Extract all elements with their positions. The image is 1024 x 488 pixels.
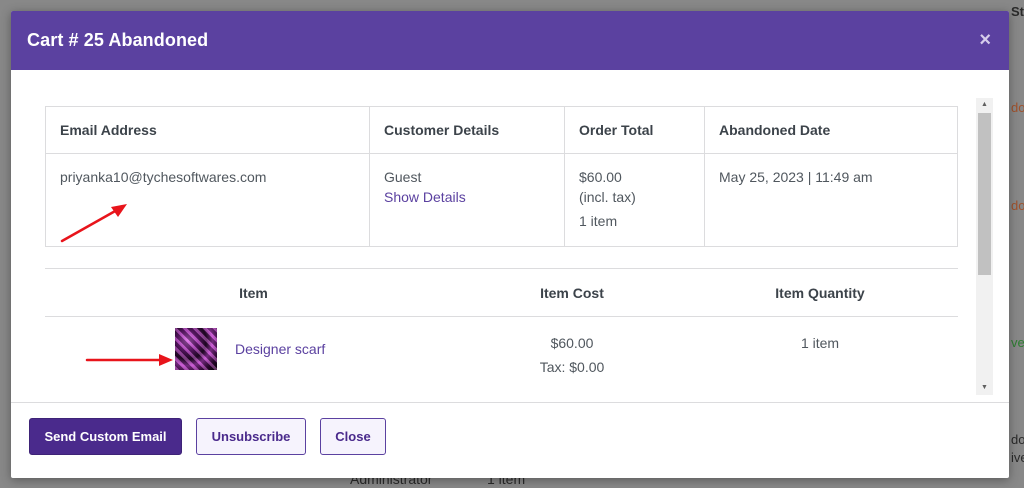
table-row: Designer scarf $60.00 Tax: $0.00 1 item <box>45 317 958 387</box>
customer-email: priyanka10@tychesoftwares.com <box>60 169 267 185</box>
cart-details-modal: Cart # 25 Abandoned × Email Address Cust… <box>11 11 1009 478</box>
abandoned-date-header: Abandoned Date <box>704 106 958 154</box>
order-total-header: Order Total <box>564 106 705 154</box>
cart-items-table: Item Item Cost Item Quantity Designer sc… <box>45 268 958 387</box>
scroll-down-arrow-icon[interactable]: ▼ <box>976 381 993 395</box>
abandoned-date-cell: May 25, 2023 | 11:49 am <box>704 153 958 247</box>
modal-footer: Send Custom Email Unsubscribe Close <box>11 402 1009 478</box>
item-header: Item <box>45 268 462 317</box>
show-details-link[interactable]: Show Details <box>384 186 550 210</box>
modal-header: Cart # 25 Abandoned × <box>11 11 1009 70</box>
item-cost-value: $60.00 <box>550 335 594 351</box>
items-header-row: Item Item Cost Item Quantity <box>45 268 958 317</box>
background-fragment: do <box>1011 198 1024 213</box>
background-fragment: ive <box>1011 450 1024 465</box>
order-total-value: $60.00 <box>579 169 622 185</box>
background-fragment: ve <box>1011 335 1024 350</box>
item-cell: Designer scarf <box>45 317 462 387</box>
scroll-up-arrow-icon[interactable]: ▲ <box>976 98 993 112</box>
close-icon[interactable]: × <box>979 30 991 50</box>
item-tax-value: Tax: $0.00 <box>539 359 605 375</box>
order-total-cell: $60.00 (incl. tax) 1 item <box>564 153 705 247</box>
background-right-column: St do do ve do ive <box>1009 0 1024 488</box>
email-address-header: Email Address <box>45 106 370 154</box>
send-custom-email-button[interactable]: Send Custom Email <box>29 418 182 455</box>
modal-body: Email Address Customer Details Order Tot… <box>11 70 1009 402</box>
background-fragment: do <box>1011 432 1024 447</box>
item-quantity-header: Item Quantity <box>682 268 958 317</box>
customer-details-header: Customer Details <box>369 106 565 154</box>
red-arrow-email-annotation <box>60 204 127 243</box>
item-count: 1 item <box>579 212 618 229</box>
close-button[interactable]: Close <box>320 418 386 455</box>
item-quantity-cell: 1 item <box>682 317 958 387</box>
background-fragment: do <box>1011 100 1024 115</box>
cart-summary-table: Email Address Customer Details Order Tot… <box>45 106 958 247</box>
item-cost-header: Item Cost <box>462 268 682 317</box>
customer-type: Guest <box>384 169 422 185</box>
scrollbar-thumb[interactable] <box>978 113 991 275</box>
summary-data-row: priyanka10@tychesoftwares.com Guest Show… <box>45 153 958 247</box>
customer-cell: Guest Show Details <box>369 153 565 247</box>
unsubscribe-button[interactable]: Unsubscribe <box>196 418 306 455</box>
product-thumbnail[interactable] <box>175 328 217 370</box>
tax-note: (incl. tax) <box>579 189 636 205</box>
product-name-link[interactable]: Designer scarf <box>235 337 325 361</box>
red-arrow-item-annotation <box>85 354 173 366</box>
summary-header-row: Email Address Customer Details Order Tot… <box>45 106 958 154</box>
item-cost-cell: $60.00 Tax: $0.00 <box>462 317 682 387</box>
item-quantity-value: 1 item <box>800 335 840 351</box>
modal-scrollbar[interactable]: ▲ ▼ <box>976 98 993 395</box>
modal-title: Cart # 25 Abandoned <box>27 30 209 50</box>
abandoned-date-value: May 25, 2023 | 11:49 am <box>719 169 873 185</box>
background-fragment: St <box>1011 4 1024 19</box>
